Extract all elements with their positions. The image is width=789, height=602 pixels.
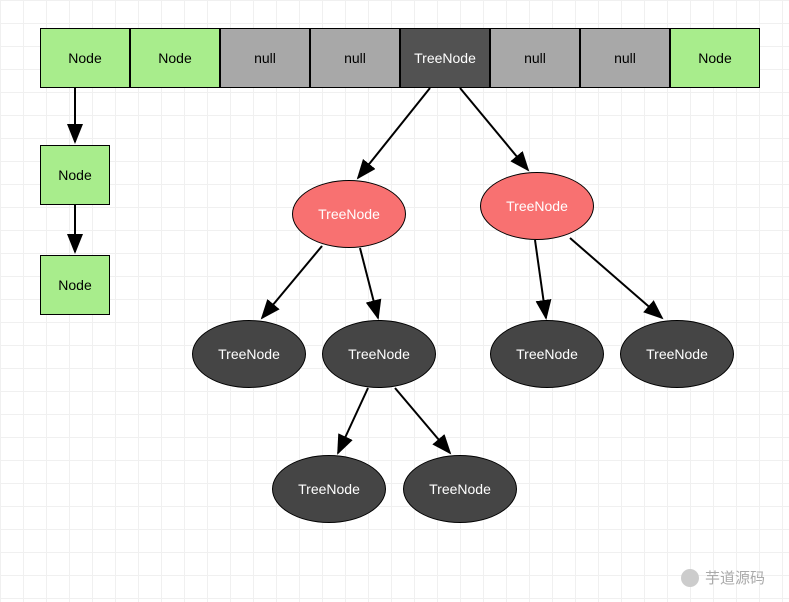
tree-node-dark-6: TreeNode (403, 455, 517, 523)
arrow-d2-b2 (395, 388, 450, 453)
cell-label: Node (158, 50, 191, 66)
array-cell-4: TreeNode (400, 28, 490, 88)
tree-node-dark-3: TreeNode (490, 320, 604, 388)
tree-node-red-right: TreeNode (480, 172, 594, 240)
cell-label: TreeNode (414, 50, 476, 66)
tree-label: TreeNode (506, 198, 568, 214)
cell-label: Node (698, 50, 731, 66)
array-cell-6: null (580, 28, 670, 88)
linked-node-1: Node (40, 145, 110, 205)
cell-label: null (614, 50, 636, 66)
node-label: Node (58, 167, 91, 183)
arrow-rr-d3 (535, 240, 546, 318)
tree-label: TreeNode (646, 346, 708, 362)
tree-label: TreeNode (218, 346, 280, 362)
cell-label: null (254, 50, 276, 66)
watermark-text: 芋道源码 (705, 567, 765, 588)
tree-node-dark-2: TreeNode (322, 320, 436, 388)
tree-label: TreeNode (348, 346, 410, 362)
cell-label: Node (68, 50, 101, 66)
watermark: 芋道源码 (681, 567, 765, 588)
tree-label: TreeNode (298, 481, 360, 497)
array-cell-2: null (220, 28, 310, 88)
arrow-root-right (460, 88, 528, 170)
arrow-rl-d2 (360, 248, 378, 318)
arrow-rr-d4 (570, 238, 662, 318)
arrow-root-left (358, 88, 430, 178)
array-cell-1: Node (130, 28, 220, 88)
tree-node-red-left: TreeNode (292, 180, 406, 248)
array-cell-0: Node (40, 28, 130, 88)
linked-node-2: Node (40, 255, 110, 315)
arrow-d2-b1 (338, 388, 368, 453)
tree-node-dark-1: TreeNode (192, 320, 306, 388)
arrow-rl-d1 (262, 246, 322, 318)
tree-node-dark-5: TreeNode (272, 455, 386, 523)
arrows-layer (0, 0, 789, 602)
cell-label: null (524, 50, 546, 66)
cell-label: null (344, 50, 366, 66)
array-cell-5: null (490, 28, 580, 88)
tree-label: TreeNode (318, 206, 380, 222)
tree-node-dark-4: TreeNode (620, 320, 734, 388)
tree-label: TreeNode (429, 481, 491, 497)
tree-label: TreeNode (516, 346, 578, 362)
array-cell-3: null (310, 28, 400, 88)
array-cell-7: Node (670, 28, 760, 88)
node-label: Node (58, 277, 91, 293)
watermark-icon (681, 569, 699, 587)
